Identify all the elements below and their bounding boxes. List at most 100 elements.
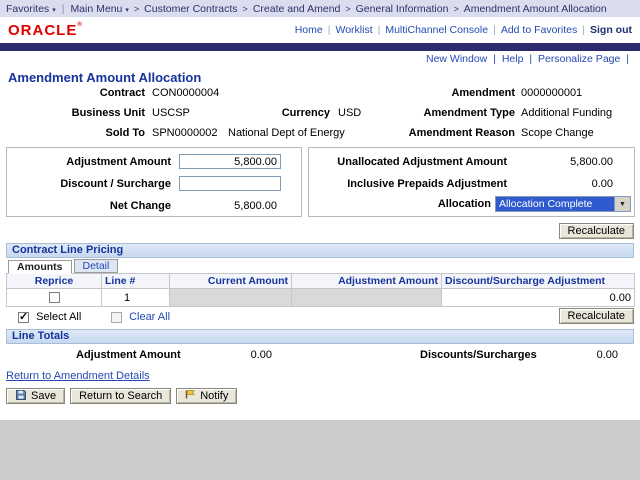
column-header-discount-surcharge-adjustment[interactable]: Discount/Surcharge Adjustment [442,274,635,289]
save-label: Save [31,390,56,402]
line-totals-row: Adjustment Amount 0.00 Discounts/Surchar… [6,347,634,365]
recalculate-button-lower[interactable]: Recalculate [559,308,634,324]
tab-detail[interactable]: Detail [74,259,119,273]
registered-mark: ® [77,22,82,28]
header-separator: | [378,24,381,36]
column-header-reprice[interactable]: Reprice [7,274,102,289]
chevron-down-icon: ▾ [125,7,129,14]
inclusive-prepaids-label: Inclusive Prepaids Adjustment [311,178,507,190]
window-background [0,420,640,480]
column-header-adjustment-amount[interactable]: Adjustment Amount [292,274,442,289]
discount-surcharge-label: Discount / Surcharge [11,178,171,190]
personalize-page-link[interactable]: Personalize Page [538,53,620,65]
new-window-link[interactable]: New Window [426,53,487,65]
grid-actions-row: Select All Clear All Recalculate [6,310,634,327]
save-button[interactable]: Save [6,388,65,404]
sign-out-link[interactable]: Sign out [590,24,632,36]
totals-adjustment-amount-value: 0.00 [176,349,272,361]
worklist-link[interactable]: Worklist [335,24,372,36]
allocation-selected-option: Allocation Complete [496,197,614,211]
select-all-label[interactable]: Select All [36,311,81,323]
discount-surcharge-input[interactable] [179,176,281,191]
adjustment-amount-label: Adjustment Amount [11,156,171,168]
home-link[interactable]: Home [295,24,323,36]
contract-line-pricing-header: Contract Line Pricing [6,243,634,258]
allocation-label: Allocation [311,198,491,210]
sold-to-value: SPN0000002 [152,127,217,139]
adjustment-amounts-box: Adjustment Amount Discount / Surcharge N… [6,147,302,217]
allocation-box: Unallocated Adjustment Amount 5,800.00 I… [308,147,635,217]
return-to-amendment-details-link[interactable]: Return to Amendment Details [6,370,150,383]
clear-all-label[interactable]: Clear All [129,311,170,323]
oracle-header: ORACLE® Home | Worklist | MultiChannel C… [0,17,640,43]
multichannel-console-link[interactable]: MultiChannel Console [385,24,488,36]
page-utility-bar: New Window | Help | Personalize Page | [0,51,640,66]
unallocated-adjustment-value: 5,800.00 [509,156,613,168]
dropdown-arrow-icon[interactable]: ▼ [614,197,630,211]
grid-tabs: Amounts Detail [6,258,634,273]
reprice-checkbox[interactable] [49,292,60,303]
breadcrumb-item-create-and-amend[interactable]: Create and Amend [253,3,341,15]
recalculate-label: Recalculate [568,225,625,237]
notify-button[interactable]: Notify [176,388,237,404]
amount-group-boxes: Adjustment Amount Discount / Surcharge N… [0,145,640,221]
current-amount-cell [170,289,292,307]
tab-amounts[interactable]: Amounts [8,260,72,274]
grid-header-row: Reprice Line # Current Amount Adjustment… [7,274,635,289]
pagebar-separator: | [529,53,532,65]
oracle-logo-text: ORACLE [8,22,77,39]
amendment-reason-label: Amendment Reason [380,127,515,139]
page-title: Amendment Amount Allocation [8,70,640,85]
favorites-menu[interactable]: Favorites▾ [6,3,56,15]
grid-row-1: 1 0.00 [7,289,635,307]
line-totals-header: Line Totals [6,329,634,344]
main-menu-label: Main Menu [70,3,122,15]
discount-surcharge-adjustment-cell: 0.00 [442,289,635,307]
net-change-value: 5,800.00 [179,200,277,212]
breadcrumb-pipe: | [62,3,65,15]
adjustment-amount-cell [292,289,442,307]
allocation-select[interactable]: Allocation Complete ▼ [495,196,631,212]
line-number-cell: 1 [102,289,170,307]
net-change-label: Net Change [11,200,171,212]
add-to-favorites-link[interactable]: Add to Favorites [501,24,577,36]
column-header-current-amount[interactable]: Current Amount [170,274,292,289]
amendment-value: 0000000001 [521,87,582,99]
breadcrumb-item-general-information[interactable]: General Information [356,3,449,15]
header-separator: | [582,24,585,36]
breadcrumb-separator: > [453,4,458,14]
pagebar-separator: | [626,53,629,65]
recalculate-button[interactable]: Recalculate [559,223,634,239]
amendment-type-value: Additional Funding [521,107,612,119]
amendment-type-label: Amendment Type [380,107,515,119]
clear-all-checkbox[interactable] [111,312,122,323]
breadcrumb-separator: > [243,4,248,14]
currency-label: Currency [260,107,330,119]
totals-discounts-value: 0.00 [522,349,618,361]
help-link[interactable]: Help [502,53,524,65]
recalculate-label: Recalculate [568,310,625,322]
select-all-control: Select All [18,311,81,323]
peoplesoft-screen: Favorites▾ | Main Menu▾ > Customer Contr… [0,0,640,480]
return-to-search-button[interactable]: Return to Search [70,388,171,404]
breadcrumb-separator: > [134,4,139,14]
amendment-label: Amendment [380,87,515,99]
currency-value: USD [338,107,361,119]
column-header-line[interactable]: Line # [102,274,170,289]
main-menu[interactable]: Main Menu▾ [70,3,128,15]
select-all-checkbox[interactable] [18,312,29,323]
notify-label: Notify [200,390,228,402]
adjustment-amount-input[interactable] [179,154,281,169]
breadcrumb: Favorites▾ | Main Menu▾ > Customer Contr… [0,0,640,17]
favorites-label: Favorites [6,3,49,15]
breadcrumb-item-current-page: Amendment Amount Allocation [464,3,607,15]
navy-divider-bar [0,43,640,51]
unallocated-adjustment-label: Unallocated Adjustment Amount [311,156,507,168]
bottom-toolbar: Save Return to Search Notify [6,388,640,406]
breadcrumb-separator: > [345,4,350,14]
sold-to-label: Sold To [5,127,145,139]
recalculate-row: Recalculate [0,221,640,241]
breadcrumb-item-customer-contracts[interactable]: Customer Contracts [144,3,237,15]
amendment-reason-value: Scope Change [521,127,594,139]
contract-value: CON0000004 [152,87,219,99]
